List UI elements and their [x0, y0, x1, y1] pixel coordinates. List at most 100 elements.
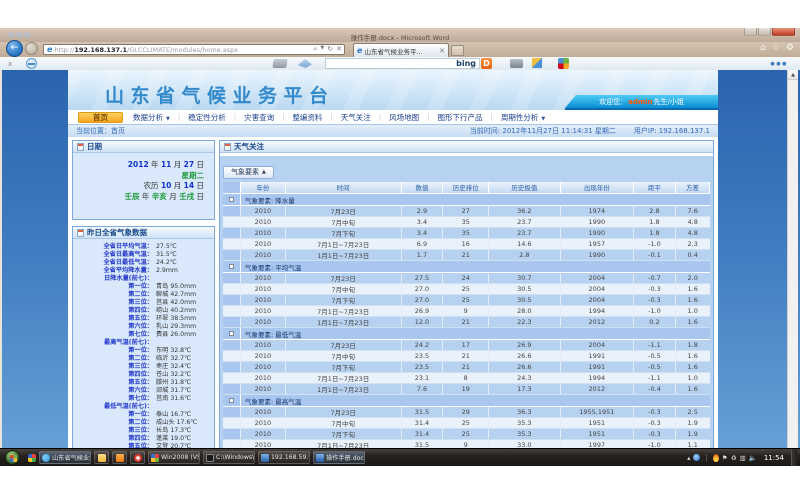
tray-icon-blue[interactable]	[693, 454, 700, 461]
taskbar-icon-button[interactable]	[94, 451, 109, 464]
refresh-icon[interactable]: ↻	[327, 45, 333, 54]
start-button[interactable]	[5, 450, 20, 465]
nav-item[interactable]: 天气关注	[341, 112, 371, 123]
new-tab-button[interactable]	[451, 45, 464, 56]
table-row[interactable]: 20107月中旬31.42535.31951-0.31.9	[223, 418, 710, 429]
close-sidebar-icon[interactable]: x	[8, 60, 12, 68]
tray-icon-flag[interactable]: ⚑	[722, 454, 728, 462]
table-row[interactable]: 20101月1日~7月23日1.7212.81990-0.10.4	[223, 250, 710, 261]
column-header[interactable]: 方差	[675, 182, 709, 194]
show-desktop-button[interactable]	[791, 449, 797, 467]
column-header[interactable]: 时间	[285, 182, 401, 194]
table-row[interactable]: 20107月中旬3.43523.719901.84.8	[223, 217, 710, 228]
back-button[interactable]: ←	[6, 40, 23, 57]
tray-icon-network[interactable]: ▥	[740, 454, 746, 462]
taskbar-icon-button[interactable]	[112, 451, 127, 464]
more-menu-icon[interactable]: ●●●	[770, 61, 788, 67]
table-row[interactable]: 20107月下旬27.02530.52004-0.31.6	[223, 295, 710, 306]
group-checkbox[interactable]	[229, 197, 234, 202]
table-row[interactable]: 20107月23日2.92736.219742.87.6	[223, 206, 710, 217]
nav-item[interactable]: 整编资料	[292, 112, 322, 123]
group-checkbox[interactable]	[229, 264, 234, 269]
compatibility-icon[interactable]	[26, 58, 37, 69]
minimize-button[interactable]	[744, 28, 757, 36]
column-header[interactable]: 年份	[241, 182, 286, 194]
group-checkbox[interactable]	[229, 398, 234, 403]
addon-icon-3[interactable]	[510, 59, 523, 68]
addon-icon-2[interactable]	[298, 59, 312, 68]
dropdown-arrow-icon[interactable]: ▼	[320, 45, 324, 54]
table-row[interactable]: 20107月1日~7月23日6.91614.61957-1.02.3	[223, 239, 710, 250]
table-cell: 2004	[560, 295, 633, 306]
tab-close-icon[interactable]: ✕	[439, 47, 445, 55]
table-cell: 35.3	[489, 429, 561, 440]
tray-icon-1[interactable]: ⋮	[703, 454, 710, 462]
column-header[interactable]: 数值	[401, 182, 443, 194]
d-badge-icon[interactable]: D	[481, 58, 492, 69]
group-checkbox[interactable]	[229, 331, 234, 336]
column-header[interactable]: 出现年份	[560, 182, 633, 194]
table-cell: 7.6	[675, 206, 709, 217]
nav-item[interactable]: 周期性分析▼	[501, 112, 545, 123]
table-row[interactable]: 20107月1日~7月23日26.9928.01994-1.01.0	[223, 306, 710, 317]
taskbar-icon-button[interactable]	[130, 451, 145, 464]
taskbar-button[interactable]: 192.168.59.99...	[258, 451, 310, 464]
table-row[interactable]: 20107月23日27.52430.72004-0.72.0	[223, 273, 710, 284]
favorites-star-icon[interactable]: ☆	[772, 43, 780, 53]
taskbar-button[interactable]: C:\Windows\s...	[203, 451, 255, 464]
group-header-row: 气象要素: 最低气温	[223, 328, 710, 340]
table-cell: 31.4	[401, 429, 443, 440]
nav-item[interactable]: 首页	[78, 112, 123, 123]
table-row[interactable]: 20107月下旬31.42535.31951-0.31.9	[223, 429, 710, 440]
table-row[interactable]: 20107月1日~7月23日23.1824.31994-1.11.0	[223, 373, 710, 384]
stop-icon[interactable]: ✕	[336, 45, 342, 54]
bing-search-box[interactable]: bing	[325, 58, 480, 69]
taskbar-button[interactable]: Win2008 (VS2...	[148, 451, 200, 464]
table-row[interactable]: 20107月下旬3.43523.719901.84.8	[223, 228, 710, 239]
table-row[interactable]: 20101月1日~7月23日12.02122.320120.21.6	[223, 317, 710, 328]
addon-icon-4[interactable]	[532, 58, 542, 68]
scroll-up-icon[interactable]: ▲	[788, 70, 798, 80]
close-button[interactable]	[772, 28, 795, 36]
tray-icon-volume[interactable]: 🔈	[749, 454, 757, 462]
nav-item[interactable]: 风场地图	[389, 112, 419, 123]
nav-item[interactable]: 数据分析▼	[133, 112, 170, 123]
browser-tab[interactable]: e 山东省气候业务平... ✕	[353, 43, 449, 57]
table-row[interactable]: 20107月下旬23.52126.61991-0.51.6	[223, 362, 710, 373]
pinned-app-icon[interactable]	[28, 454, 36, 462]
ie-page-icon: e	[47, 45, 52, 54]
table-row[interactable]: 20107月中旬23.52126.61991-0.51.6	[223, 351, 710, 362]
table-row[interactable]: 20101月1日~7月23日7.61917.32012-0.41.6	[223, 384, 710, 395]
search-icon[interactable]: ⌕	[313, 45, 317, 54]
column-header[interactable]: 距平	[634, 182, 676, 194]
table-cell: -0.1	[634, 250, 676, 261]
column-header[interactable]: 历史排位	[443, 182, 489, 194]
element-filter-button[interactable]: 气象要素▲	[223, 166, 274, 179]
table-row[interactable]: 20107月23日24.21726.92004-1.11.8	[223, 340, 710, 351]
forward-button[interactable]: →	[25, 42, 38, 55]
table-row[interactable]: 20107月中旬27.02530.52004-0.31.6	[223, 284, 710, 295]
addon-icon-1[interactable]	[272, 59, 287, 68]
column-header[interactable]: 历史极值	[489, 182, 561, 194]
maximize-button[interactable]	[758, 28, 771, 36]
taskbar-clock[interactable]: 11:54	[764, 454, 784, 462]
tray-icon-update[interactable]: ♻	[731, 454, 737, 462]
nav-item[interactable]: 图形下行产品	[438, 112, 483, 123]
group-header-row: 气象要素: 最高气温	[223, 395, 710, 407]
table-row[interactable]: 20107月23日31.52936.31955,1951-0.32.5	[223, 407, 710, 418]
weather-stat-row: 第二位：聊城 42.7mm	[75, 291, 212, 299]
hidden-icons-arrow[interactable]: ▴	[687, 454, 690, 462]
address-bar[interactable]: e http://192.168.137.1/GLCCLIMATE/module…	[43, 44, 345, 55]
nav-item[interactable]: 灾害查询	[244, 112, 274, 123]
taskbar-button[interactable]: 操作手册.docx ...	[313, 451, 365, 464]
addon-icon-5[interactable]	[558, 58, 569, 69]
vertical-scrollbar[interactable]: ▲	[787, 70, 798, 466]
settings-gear-icon[interactable]: ⚙	[786, 43, 794, 53]
taskbar-button[interactable]: 山东省气候业务平...	[39, 451, 91, 464]
tray-icon-flame[interactable]	[713, 454, 719, 462]
table-cell: 0.4	[675, 250, 709, 261]
table-cell: 1.0	[675, 306, 709, 317]
home-icon[interactable]: ⌂	[760, 43, 766, 53]
table-cell: 2010	[241, 273, 286, 284]
nav-item[interactable]: 稳定性分析	[188, 112, 226, 123]
